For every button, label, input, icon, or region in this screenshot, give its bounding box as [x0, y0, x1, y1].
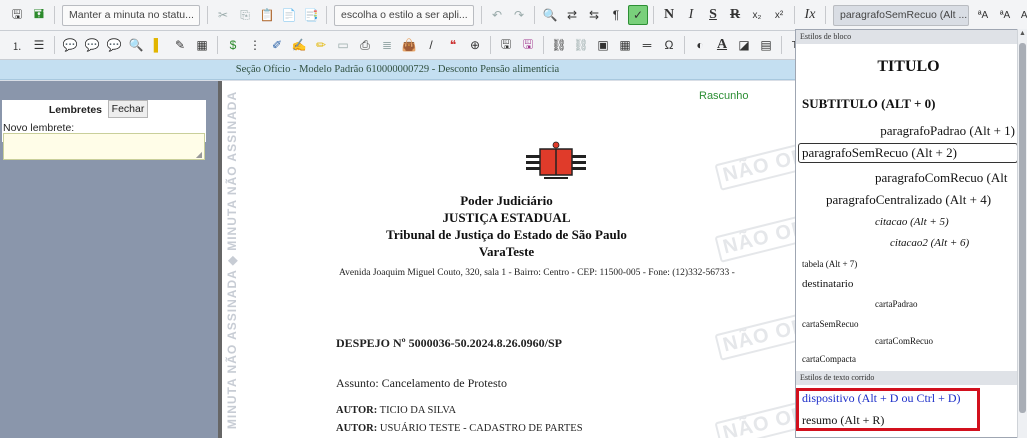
- court-line-3: Tribunal de Justiça do Estado de São Pau…: [386, 227, 627, 242]
- paragraph-style-select[interactable]: paragrafoSemRecuo (Alt ...▼: [833, 4, 969, 26]
- comment-add-icon[interactable]: 💬: [82, 35, 102, 55]
- highlight-box: [796, 388, 980, 431]
- bag-icon[interactable]: 👜: [399, 35, 419, 55]
- font-larger-icon[interactable]: ªA: [973, 5, 993, 25]
- draft-status: Rascunho: [699, 90, 749, 102]
- highlight-icon[interactable]: ▌: [148, 35, 168, 55]
- clear-format-icon[interactable]: Ix: [800, 5, 820, 25]
- table-lines-icon[interactable]: ≣: [377, 35, 397, 55]
- marker-icon[interactable]: ✎: [170, 35, 190, 55]
- toolbar-top: 🖫 🖬 Manter a minuta no statu...▼ ✂ ⎘ 📋 📄…: [0, 0, 1027, 31]
- save-final-icon[interactable]: 🖫: [518, 35, 538, 55]
- court-line-1: Poder Judiciário: [460, 193, 553, 208]
- italic-icon[interactable]: I: [681, 5, 701, 25]
- print-icon[interactable]: ⎙: [355, 35, 375, 55]
- superscript-icon[interactable]: x²: [769, 5, 789, 25]
- process-number: DESPEJO Nº 5000036-50.2024.8.26.0960/SP: [336, 336, 562, 350]
- replace-icon[interactable]: ⇄: [562, 5, 582, 25]
- check-edit-icon[interactable]: ✍: [289, 35, 309, 55]
- style-apply-select[interactable]: escolha o estilo a ser apli...▼: [334, 4, 474, 26]
- reminder-header: Lembretes: [2, 101, 206, 119]
- reminder-title: Lembretes: [48, 104, 102, 116]
- style-panel-scrollbar[interactable]: ▲: [1017, 29, 1027, 438]
- subscript-icon[interactable]: x₂: [747, 5, 767, 25]
- contrast-icon[interactable]: ◐: [690, 35, 710, 55]
- style-option-citacao2[interactable]: citacao2 (Alt + 6): [890, 237, 969, 249]
- new-reminder-input[interactable]: ◢: [3, 133, 205, 160]
- comment-icon[interactable]: 💬: [60, 35, 80, 55]
- bg-color-icon[interactable]: ◪: [734, 35, 754, 55]
- save-draft-icon[interactable]: 🖫: [496, 35, 516, 55]
- court-line-2: JUSTIÇA ESTADUAL: [442, 210, 571, 225]
- comment-remove-icon[interactable]: 💬: [104, 35, 124, 55]
- scroll-thumb[interactable]: [1019, 43, 1026, 413]
- style-option-citacao[interactable]: citacao (Alt + 5): [875, 216, 949, 228]
- style-option-paragrafo-com-recuo[interactable]: paragrafoComRecuo (Alt: [875, 170, 1007, 186]
- block-styles-header: Estilos de bloco: [796, 30, 1021, 44]
- copy-icon[interactable]: ⎘: [235, 5, 255, 25]
- style-option-paragrafo-centralizado[interactable]: paragrafoCentralizado (Alt + 4): [796, 192, 1021, 208]
- paste-icon[interactable]: 📋: [257, 5, 277, 25]
- close-reminder-button[interactable]: Fechar: [108, 100, 148, 118]
- special-char-icon[interactable]: Ω: [659, 35, 679, 55]
- cut-icon[interactable]: ✂: [213, 5, 233, 25]
- search-doc-icon[interactable]: 🔍: [126, 35, 146, 55]
- style-dropdown-panel: Estilos de bloco TITULO SUBTITULO (ALT +…: [795, 29, 1022, 438]
- court-line-4: VaraTeste: [478, 244, 535, 259]
- zoom-icon[interactable]: ⊕: [465, 35, 485, 55]
- section-info-bar: Seção Ofício - Modelo Padrão 61000000072…: [0, 60, 795, 80]
- style-option-tabela[interactable]: tabela (Alt + 7): [802, 259, 857, 269]
- court-address: Avenida Joaquim Miguel Couto, 320, sala …: [339, 268, 735, 278]
- case-icon[interactable]: Aa: [1017, 5, 1027, 25]
- bold-icon[interactable]: N: [659, 5, 679, 25]
- replace-all-icon[interactable]: ⇆: [584, 5, 604, 25]
- strike-icon[interactable]: R: [725, 5, 745, 25]
- style-option-titulo[interactable]: TITULO: [796, 58, 1021, 76]
- court-emblem-icon: [526, 141, 586, 179]
- style-option-carta-sem-recuo[interactable]: cartaSemRecuo: [802, 319, 858, 329]
- quote-icon[interactable]: ❝: [443, 35, 463, 55]
- font-smaller-icon[interactable]: ªA: [995, 5, 1015, 25]
- bullet-list-icon[interactable]: ☰: [29, 35, 49, 55]
- style-option-carta-com-recuo[interactable]: cartaComRecuo: [875, 336, 933, 346]
- money-icon[interactable]: $: [223, 35, 243, 55]
- find-icon[interactable]: 🔍: [540, 5, 560, 25]
- link-icon[interactable]: ⛓: [549, 35, 569, 55]
- subject-line: Assunto: Cancelamento de Protesto: [336, 376, 507, 390]
- style-option-paragrafo-padrao[interactable]: paragrafoPadrao (Alt + 1): [880, 123, 1015, 139]
- edit-icon[interactable]: ✐: [267, 35, 287, 55]
- text-color-icon[interactable]: A: [712, 35, 732, 55]
- style-option-paragrafo-sem-recuo[interactable]: paragrafoSemRecuo (Alt + 2): [798, 143, 1018, 163]
- scroll-up-icon[interactable]: ▲: [1019, 30, 1026, 37]
- page-icon[interactable]: ▭: [333, 35, 353, 55]
- running-styles-header: Estilos de texto corrido: [796, 371, 1021, 385]
- template-icon[interactable]: ▤: [756, 35, 776, 55]
- spellcheck-icon[interactable]: ✓: [628, 5, 648, 25]
- image-icon[interactable]: ▣: [593, 35, 613, 55]
- hr-icon[interactable]: ═: [637, 35, 657, 55]
- redo-icon[interactable]: ↷: [509, 5, 529, 25]
- table-icon[interactable]: ▦: [615, 35, 635, 55]
- brush-icon[interactable]: /: [421, 35, 441, 55]
- save-alt-icon[interactable]: 🖬: [29, 5, 49, 25]
- underline-icon[interactable]: S: [703, 5, 723, 25]
- undo-icon[interactable]: ↶: [487, 5, 507, 25]
- style-option-destinatario[interactable]: destinatario: [802, 278, 853, 290]
- party-line: AUTOR: TICIO DA SILVA: [336, 405, 457, 416]
- unlink-icon[interactable]: ⛓: [571, 35, 591, 55]
- style-option-carta-padrao[interactable]: cartaPadrao: [875, 299, 917, 309]
- paste-word-icon[interactable]: 📑: [301, 5, 321, 25]
- format-icon[interactable]: ¶: [606, 5, 626, 25]
- style-option-carta-compacta[interactable]: cartaCompacta: [802, 354, 856, 364]
- save-icon[interactable]: 🖫: [7, 5, 27, 25]
- pencil-icon[interactable]: ✏: [311, 35, 331, 55]
- status-select[interactable]: Manter a minuta no statu...▼: [62, 4, 200, 26]
- numbered-list-icon[interactable]: ⒈: [7, 35, 27, 55]
- paste-text-icon[interactable]: 📄: [279, 5, 299, 25]
- party-line: AUTOR: USUÁRIO TESTE - CADASTRO DE PARTE…: [336, 423, 583, 434]
- style-option-subtitulo[interactable]: SUBTITULO (ALT + 0): [802, 96, 935, 112]
- calculator-icon[interactable]: ▦: [192, 35, 212, 55]
- columns-icon[interactable]: ⋮: [245, 35, 265, 55]
- resize-grip-icon[interactable]: ◢: [196, 150, 202, 159]
